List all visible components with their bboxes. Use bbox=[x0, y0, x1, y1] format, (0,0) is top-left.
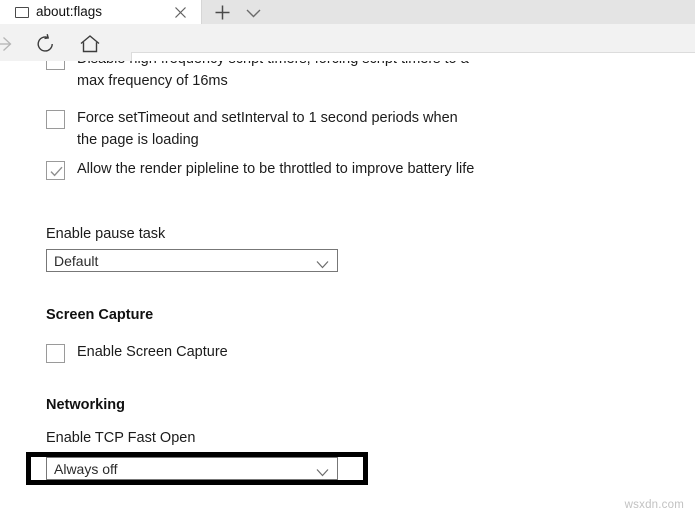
checkmark-icon bbox=[50, 166, 63, 177]
checkbox-allow-render-pipeline-throttle[interactable] bbox=[46, 161, 65, 180]
navigation-toolbar: about:flags bbox=[0, 24, 695, 83]
refresh-icon[interactable] bbox=[34, 33, 57, 55]
flag-label: Disable high frequency script timers, fo… bbox=[77, 61, 469, 89]
label-enable-pause-task: Enable pause task bbox=[46, 226, 166, 242]
heading-networking: Networking bbox=[46, 397, 125, 413]
flag-label: Allow the render pipleline to be throttl… bbox=[77, 161, 475, 177]
highlight-annotation bbox=[26, 452, 368, 485]
home-icon[interactable] bbox=[78, 33, 102, 55]
checkbox-disable-high-frequency-script-timers[interactable] bbox=[46, 61, 65, 70]
label-enable-tcp-fast-open: Enable TCP Fast Open bbox=[46, 430, 196, 446]
plus-icon[interactable] bbox=[213, 3, 232, 22]
watermark: wsxdn.com bbox=[624, 499, 684, 511]
forward-arrow-icon[interactable] bbox=[0, 33, 18, 55]
page-icon bbox=[15, 7, 29, 18]
select-enable-pause-task[interactable]: Default bbox=[46, 249, 338, 272]
browser-window: about:flags max frequency of 16ms Force … bbox=[0, 0, 695, 516]
tab-title: about:flags bbox=[36, 4, 103, 19]
select-value: Default bbox=[54, 253, 99, 269]
page-content: Disable high frequency script timers, fo… bbox=[0, 61, 695, 516]
heading-screen-capture: Screen Capture bbox=[46, 307, 154, 323]
chevron-down-icon[interactable] bbox=[244, 5, 263, 21]
checkbox-force-settimeout-setinterval[interactable] bbox=[46, 110, 65, 129]
flag-label: Enable Screen Capture bbox=[77, 344, 228, 360]
checkbox-enable-screen-capture[interactable] bbox=[46, 344, 65, 363]
tab-about-flags[interactable]: about:flags bbox=[0, 0, 202, 24]
close-icon[interactable] bbox=[172, 4, 189, 21]
chevron-down-icon bbox=[316, 256, 329, 269]
flag-label: Force setTimeout and setInterval to 1 se… bbox=[77, 110, 458, 148]
tab-strip: about:flags bbox=[0, 0, 695, 24]
